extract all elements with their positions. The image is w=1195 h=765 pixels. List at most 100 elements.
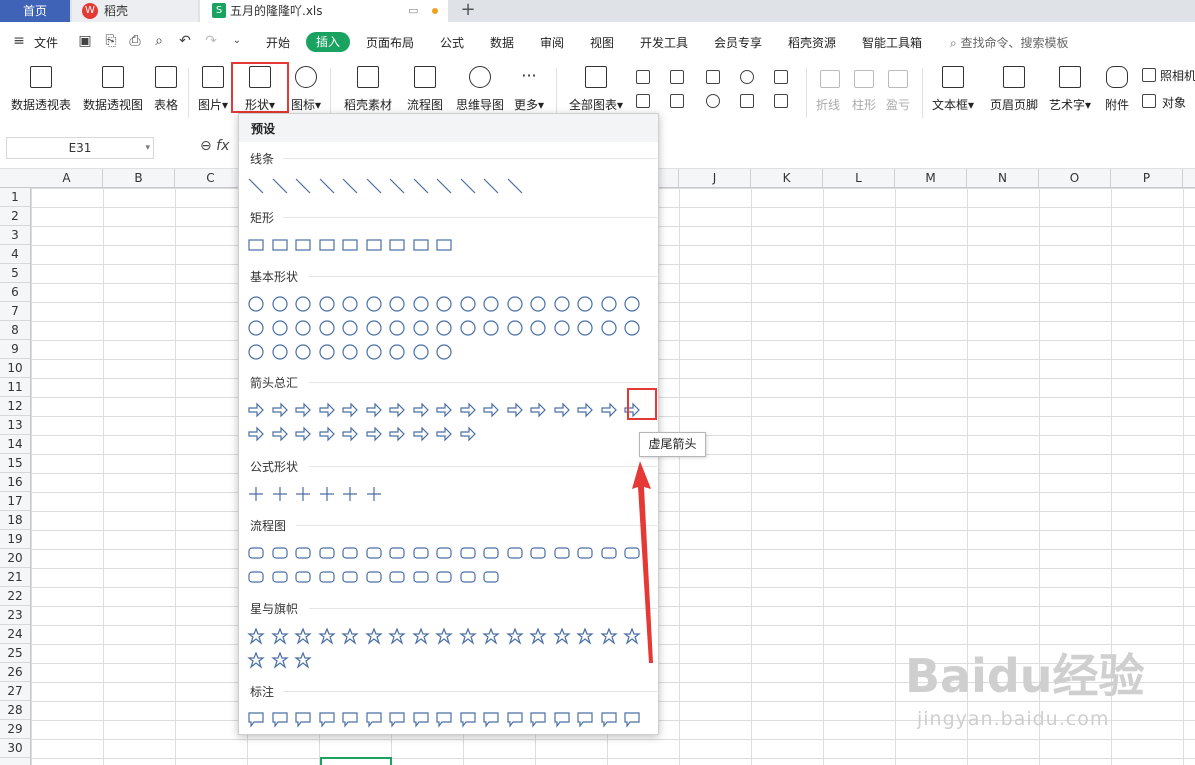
rectangle-shape-icon[interactable] [411,235,431,255]
basic-shape-icon[interactable] [575,294,595,314]
menu-developer[interactable]: 开发工具 [640,34,688,51]
flowchart-shape-icon[interactable] [411,567,431,587]
basic-shape-icon[interactable] [481,318,501,338]
flowchart-shape-icon[interactable] [575,543,595,563]
row-header[interactable]: 10 [0,359,30,378]
rectangle-shape-icon[interactable] [246,235,266,255]
arrow-shape-icon[interactable] [434,400,454,420]
star-banner-shape-icon[interactable] [340,626,360,646]
save-icon[interactable]: ▣ [76,32,94,50]
row-header[interactable]: 7 [0,302,30,321]
star-banner-shape-icon[interactable] [364,626,384,646]
wordart-button[interactable]: 艺术字▾ [1046,62,1094,122]
basic-shape-icon[interactable] [387,342,407,362]
arrow-shape-icon[interactable] [458,400,478,420]
menu-data[interactable]: 数据 [490,34,514,51]
arrow-shape-icon[interactable] [293,424,313,444]
star-banner-shape-icon[interactable] [458,626,478,646]
name-box[interactable]: E31 ▾ [6,137,154,159]
row-header[interactable]: 2 [0,207,30,226]
column-header[interactable]: C [175,169,247,188]
attachment-button[interactable]: 附件 [1100,62,1134,122]
redo-icon[interactable]: ↷ [202,32,220,50]
line-chart-icon[interactable] [706,70,720,84]
row-header[interactable]: 29 [0,720,30,739]
basic-shape-icon[interactable] [505,294,525,314]
basic-shape-icon[interactable] [293,294,313,314]
callout-shape-icon[interactable] [528,709,548,729]
row-header[interactable]: 22 [0,587,30,606]
menu-file[interactable]: 文件 [34,34,58,51]
basic-shape-icon[interactable] [505,318,525,338]
row-header[interactable]: 13 [0,416,30,435]
basic-shape-icon[interactable] [246,294,266,314]
star-banner-shape-icon[interactable] [270,650,290,670]
menu-review[interactable]: 审阅 [540,34,564,51]
flowchart-shape-icon[interactable] [411,543,431,563]
basic-shape-icon[interactable] [528,318,548,338]
rectangle-shape-icon[interactable] [434,235,454,255]
arrow-shape-icon[interactable] [293,400,313,420]
table-button[interactable]: 表格 [148,62,184,122]
rectangle-shape-icon[interactable] [340,235,360,255]
flowchart-shape-icon[interactable] [387,567,407,587]
callout-shape-icon[interactable] [246,709,266,729]
star-banner-shape-icon[interactable] [270,626,290,646]
pie-chart-icon[interactable] [706,94,720,108]
print-icon[interactable]: ⎙ [126,32,144,50]
row-header[interactable]: 11 [0,378,30,397]
arrow-shape-icon[interactable] [528,400,548,420]
row-header[interactable]: 14 [0,435,30,454]
arrow-shape-icon[interactable] [246,424,266,444]
callout-shape-icon[interactable] [411,709,431,729]
line-shape-icon[interactable] [458,176,478,196]
chevron-down-icon[interactable]: ▾ [145,138,150,158]
flowchart-shape-icon[interactable] [340,543,360,563]
row-header[interactable]: 21 [0,568,30,587]
arrow-shape-icon[interactable] [434,424,454,444]
star-banner-shape-icon[interactable] [293,650,313,670]
callout-shape-icon[interactable] [317,709,337,729]
arrow-shape-icon[interactable] [387,400,407,420]
preview-icon[interactable]: ⌕ [150,32,168,50]
flowchart-shape-icon[interactable] [458,543,478,563]
scatter-chart-icon[interactable] [740,94,754,108]
basic-shape-icon[interactable] [317,294,337,314]
object-label[interactable]: 对象 [1162,94,1186,111]
menu-daoke-resources[interactable]: 稻壳资源 [788,34,836,51]
column-header[interactable]: O [1039,169,1111,188]
arrow-shape-icon[interactable] [340,400,360,420]
flowchart-shape-icon[interactable] [293,543,313,563]
line-shape-icon[interactable] [481,176,501,196]
arrow-shape-icon[interactable] [575,400,595,420]
star-banner-shape-icon[interactable] [411,626,431,646]
basic-shape-icon[interactable] [575,318,595,338]
basic-shape-icon[interactable] [293,342,313,362]
basic-shape-icon[interactable] [364,294,384,314]
arrow-shape-icon[interactable] [411,400,431,420]
camera-label[interactable]: 照相机 [1160,67,1195,84]
pivot-chart-button[interactable]: 数据透视图 [78,62,148,122]
basic-shape-icon[interactable] [622,318,642,338]
picture-button[interactable]: 图片▾ [194,62,232,122]
flowchart-shape-icon[interactable] [246,543,266,563]
rectangle-shape-icon[interactable] [387,235,407,255]
flowchart-shape-icon[interactable] [317,543,337,563]
flowchart-shape-icon[interactable] [340,567,360,587]
flowchart-shape-icon[interactable] [434,567,454,587]
arrow-shape-icon[interactable] [317,400,337,420]
line-shape-icon[interactable] [364,176,384,196]
callout-shape-icon[interactable] [505,709,525,729]
flowchart-shape-icon[interactable] [246,567,266,587]
basic-shape-icon[interactable] [340,342,360,362]
row-header[interactable]: 27 [0,682,30,701]
basic-shape-icon[interactable] [317,318,337,338]
row-header[interactable]: 20 [0,549,30,568]
flowchart-shape-icon[interactable] [458,567,478,587]
arrow-shape-icon[interactable] [364,424,384,444]
export-icon[interactable]: ⎘ [102,32,120,50]
flowchart-shape-icon[interactable] [481,567,501,587]
column-header[interactable]: B [103,169,175,188]
basic-shape-icon[interactable] [387,318,407,338]
flowchart-shape-icon[interactable] [481,543,501,563]
